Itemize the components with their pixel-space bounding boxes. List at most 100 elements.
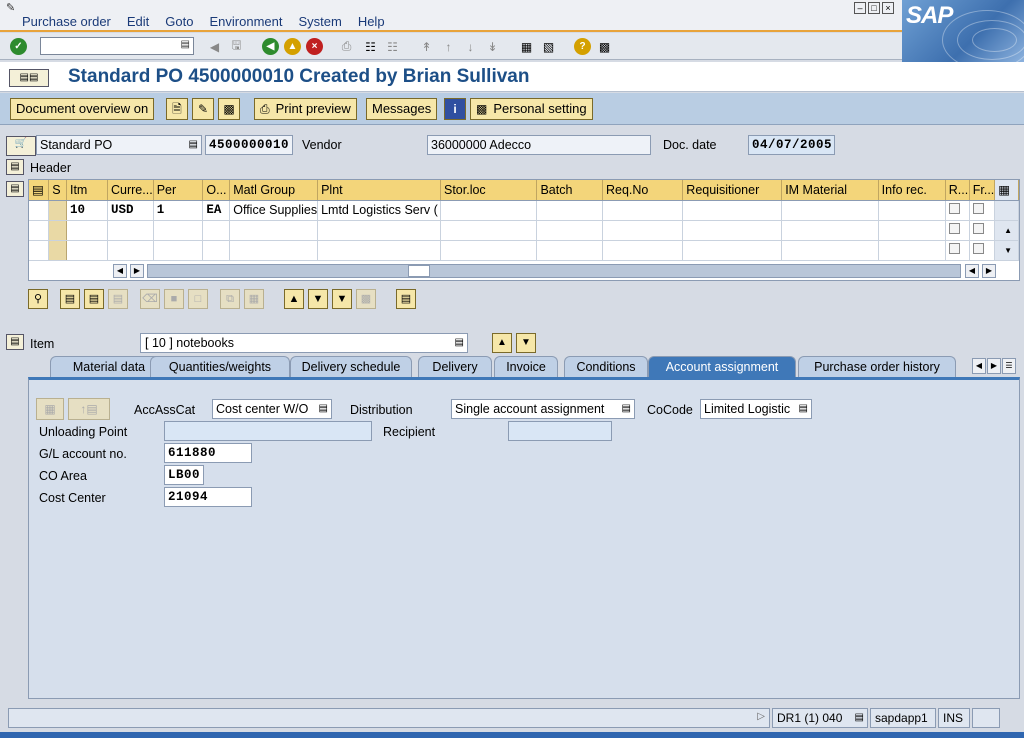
table-row[interactable]: ▼ xyxy=(29,240,1019,261)
pricing-icon[interactable]: ▩ xyxy=(356,289,376,309)
print-icon[interactable]: ⎙ xyxy=(338,38,355,55)
unloading-point-field[interactable] xyxy=(164,421,372,441)
save-icon[interactable]: 🖫 xyxy=(228,38,245,55)
col-header-batch[interactable]: Batch xyxy=(536,180,603,201)
menu-environment[interactable]: Environment xyxy=(209,14,282,29)
create-session-icon[interactable]: ▦ xyxy=(518,38,535,55)
co-area-field[interactable]: LB00 xyxy=(164,465,204,485)
col-header-im-material[interactable]: IM Material xyxy=(781,180,879,201)
cell-stor-loc[interactable] xyxy=(440,200,538,221)
previous-page-icon[interactable]: ↑ xyxy=(440,38,457,55)
tab-delivery[interactable]: Delivery xyxy=(418,356,492,378)
cell-currency[interactable]: USD xyxy=(107,200,154,221)
cell-info-rec[interactable] xyxy=(878,200,946,221)
deselect-all-icon[interactable]: ▤ xyxy=(84,289,104,309)
col-header-per[interactable]: Per xyxy=(153,180,204,201)
checkbox-fr[interactable] xyxy=(972,223,984,234)
dropdown-icon[interactable]: ▤ xyxy=(189,139,198,150)
cell-matl-group[interactable]: Office Supplies xyxy=(229,200,319,221)
cancel-icon[interactable]: × xyxy=(306,38,323,55)
header-expand-icon[interactable]: ▤ xyxy=(6,159,24,175)
command-dropdown-icon[interactable]: ▤ xyxy=(181,39,190,50)
po-number-field[interactable]: 4500000010 xyxy=(205,135,293,155)
tab-scroll-right-icon[interactable]: ▶ xyxy=(987,358,1001,374)
previous-item-icon[interactable]: ▲ xyxy=(492,333,512,353)
cell-req-no[interactable] xyxy=(602,200,684,221)
row-selector[interactable] xyxy=(48,240,67,261)
item-collapse-icon[interactable]: ▤ xyxy=(6,334,24,350)
find-next-icon[interactable]: ☷ xyxy=(384,38,401,55)
details-icon[interactable]: ⚲ xyxy=(28,289,48,309)
cocode-select[interactable]: Limited Logistic ▤ xyxy=(700,399,812,419)
multiple-account-icon[interactable]: ▦ xyxy=(36,398,64,420)
scroll-up-icon[interactable]: ▲ xyxy=(994,220,1019,241)
sort-ascending-icon[interactable]: ▲ xyxy=(284,289,304,309)
vertical-scroll-track[interactable] xyxy=(994,200,1019,221)
tab-scroll-left-icon[interactable]: ◀ xyxy=(972,358,986,374)
status-system[interactable]: DR1 (1) 040 ▤ xyxy=(772,708,868,728)
menu-system[interactable]: System xyxy=(298,14,341,29)
item-select[interactable]: [ 10 ] notebooks ▤ xyxy=(140,333,468,353)
document-type-select[interactable]: Standard PO ▤ xyxy=(36,135,202,155)
select-all-button-icon[interactable]: ▤ xyxy=(60,289,80,309)
checkbox-r[interactable] xyxy=(948,223,960,234)
scroll-left-end-icon[interactable]: ◀ xyxy=(965,264,979,278)
gl-account-field[interactable]: 611880 xyxy=(164,443,252,463)
checkbox-r[interactable] xyxy=(948,243,960,254)
status-system-dropdown-icon[interactable]: ▤ xyxy=(855,712,864,723)
collapse-icon[interactable]: ◀ xyxy=(206,38,223,55)
row-selector[interactable] xyxy=(48,220,67,241)
cell-batch[interactable] xyxy=(536,200,603,221)
distribution-dropdown-icon[interactable]: ▤ xyxy=(622,403,631,414)
tab-account-assignment[interactable]: Account assignment xyxy=(648,356,796,378)
doc-date-field[interactable]: 04/07/2005 xyxy=(748,135,835,155)
accasscat-select[interactable]: Cost center W/O ▤ xyxy=(212,399,332,419)
cell-order-unit[interactable]: EA xyxy=(202,200,231,221)
horizontal-scrollbar[interactable] xyxy=(147,264,961,278)
cocode-dropdown-icon[interactable]: ▤ xyxy=(799,403,808,414)
col-header-stor-loc[interactable]: Stor.loc xyxy=(440,180,538,201)
tab-list-icon[interactable]: ☰ xyxy=(1002,358,1016,374)
other-po-icon[interactable]: ▩ xyxy=(218,98,240,120)
item-dropdown-icon[interactable]: ▤ xyxy=(455,337,464,348)
col-header-r[interactable]: R... xyxy=(945,180,970,201)
layout-menu-icon[interactable]: ▩ xyxy=(596,38,613,55)
info-icon[interactable]: i xyxy=(444,98,466,120)
menu-help[interactable]: Help xyxy=(358,14,385,29)
col-header-itm[interactable]: Itm xyxy=(66,180,109,201)
cell-requisitioner[interactable] xyxy=(682,200,783,221)
back-icon[interactable]: ◀ xyxy=(262,38,279,55)
scroll-right-end-icon[interactable]: ▶ xyxy=(982,264,996,278)
cell-itm[interactable]: 10 xyxy=(66,200,109,221)
change-display-icon[interactable]: ✎ xyxy=(192,98,214,120)
col-header-req-no[interactable]: Req.No xyxy=(602,180,684,201)
find-icon[interactable]: ☷ xyxy=(362,38,379,55)
next-item-icon[interactable]: ▼ xyxy=(516,333,536,353)
messages-button[interactable]: Messages xyxy=(366,98,438,120)
col-header-plant[interactable]: Plnt xyxy=(317,180,441,201)
menu-edit[interactable]: Edit xyxy=(127,14,149,29)
recipient-field[interactable] xyxy=(508,421,612,441)
enter-icon[interactable]: ✓ xyxy=(10,38,27,55)
lock-icon[interactable]: ■ xyxy=(164,289,184,309)
command-field[interactable]: ▤ xyxy=(40,37,194,55)
cart-icon[interactable]: 🛒 xyxy=(6,136,36,156)
select-all-icon[interactable]: ▤ xyxy=(29,180,50,201)
cell-im-material[interactable] xyxy=(781,200,879,221)
table-row[interactable]: 10 USD 1 EA Office Supplies Lmtd Logisti… xyxy=(29,200,1019,221)
first-page-icon[interactable]: ↟ xyxy=(418,38,435,55)
row-selector[interactable] xyxy=(48,200,67,221)
next-page-icon[interactable]: ↓ xyxy=(462,38,479,55)
scroll-left-icon[interactable]: ◀ xyxy=(113,264,127,278)
services-for-object-icon[interactable]: ▤▤ xyxy=(9,69,49,87)
exit-icon[interactable]: ▲ xyxy=(284,38,301,55)
print-preview-button[interactable]: ⎙ Print preview xyxy=(254,98,357,120)
checkbox-fr[interactable] xyxy=(972,243,984,254)
tab-conditions[interactable]: Conditions xyxy=(564,356,648,378)
column-settings-icon[interactable]: ▦ xyxy=(994,180,1019,201)
default-values-icon[interactable]: ▤ xyxy=(396,289,416,309)
tab-invoice[interactable]: Invoice xyxy=(494,356,558,378)
col-header-s[interactable]: S xyxy=(48,180,67,201)
filter-icon[interactable]: ▼ xyxy=(332,289,352,309)
help-icon[interactable]: ? xyxy=(574,38,591,55)
